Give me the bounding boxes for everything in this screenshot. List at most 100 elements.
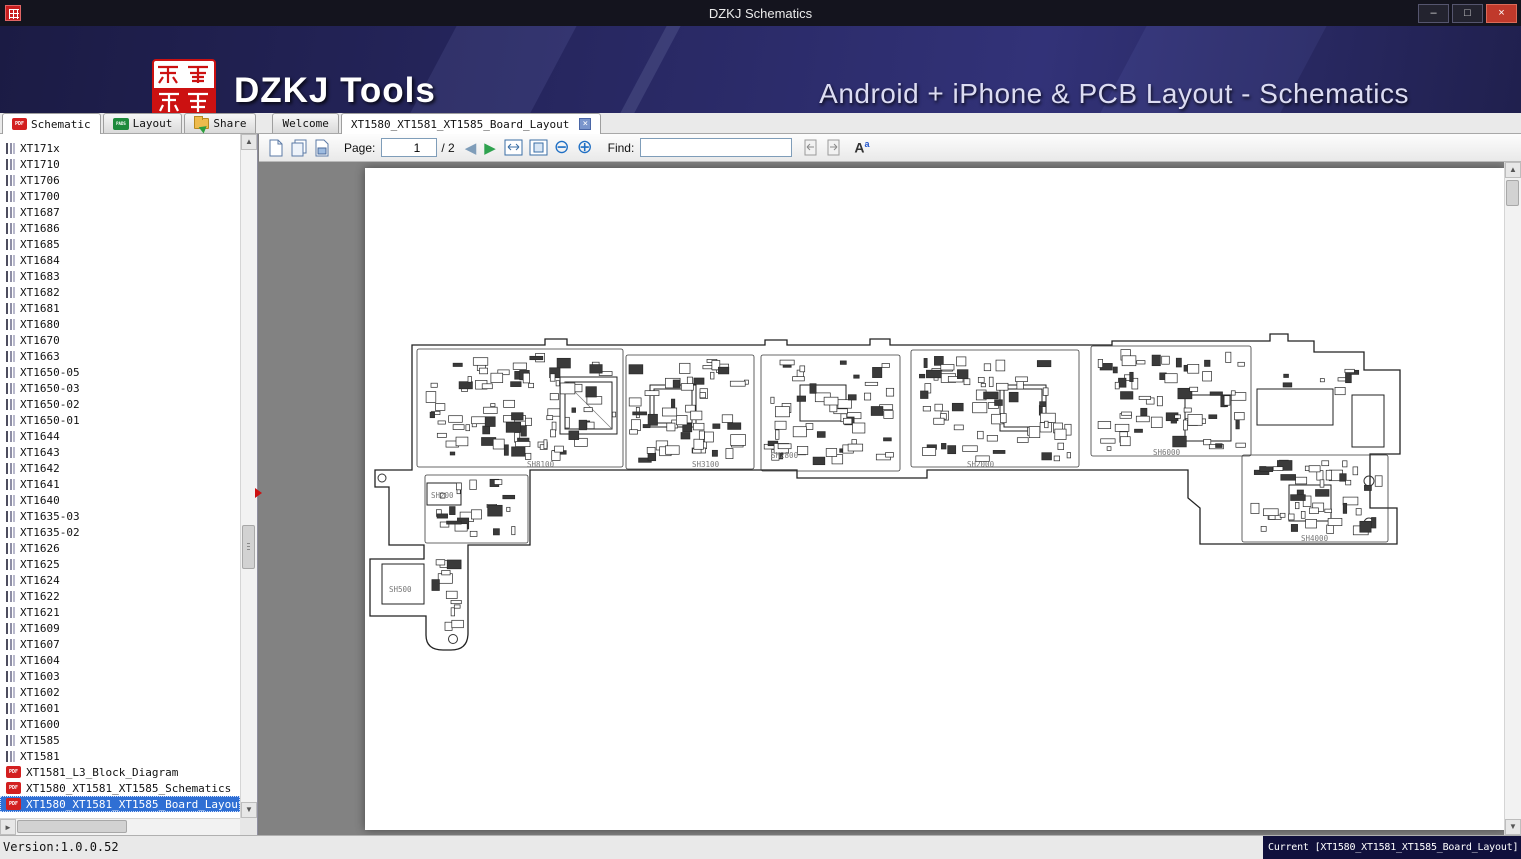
minimize-button[interactable]: – [1418, 4, 1449, 23]
tree-item[interactable]: XT1581 [0, 748, 240, 764]
tree-item[interactable]: XT1685 [0, 236, 240, 252]
scrollbar-thumb[interactable] [1506, 180, 1519, 206]
tree-item[interactable]: XT1687 [0, 204, 240, 220]
find-input[interactable] [640, 138, 792, 157]
zoom-in-icon[interactable]: ⊕ [577, 139, 593, 157]
scroll-up-icon[interactable]: ▲ [1505, 162, 1521, 178]
tree-item[interactable]: XT171x [0, 140, 240, 156]
tree-item[interactable]: XT1642 [0, 460, 240, 476]
tab-schematic[interactable]: Schematic [2, 113, 101, 134]
tree-item[interactable]: XT1663 [0, 348, 240, 364]
tree-item-label: XT1686 [20, 222, 60, 235]
tree-item[interactable]: XT1710 [0, 156, 240, 172]
tree-item[interactable]: XT1609 [0, 620, 240, 636]
tree-item[interactable]: XT1604 [0, 652, 240, 668]
scroll-up-icon[interactable]: ▲ [241, 134, 257, 150]
tree-item-label: XT1663 [20, 350, 60, 363]
tree-item[interactable]: XT1625 [0, 556, 240, 572]
maximize-button[interactable]: □ [1452, 4, 1483, 23]
tree-item[interactable]: XT1682 [0, 284, 240, 300]
tab-label: Schematic [31, 118, 91, 131]
tree-item[interactable]: XT1683 [0, 268, 240, 284]
snapshot-icon[interactable] [314, 139, 330, 157]
previous-page-icon[interactable]: ◀ [465, 139, 477, 157]
tab-share[interactable]: Share [184, 113, 256, 133]
tree-item[interactable]: XT1686 [0, 220, 240, 236]
svg-text:SH8100: SH8100 [527, 460, 555, 469]
model-icon [6, 591, 15, 602]
scrollbar-corner [240, 818, 257, 835]
copy-page-icon[interactable] [290, 139, 308, 157]
model-icon [6, 479, 15, 490]
status-bar: Version:1.0.0.52 Current [XT1580_XT1581_… [0, 835, 1521, 859]
scroll-down-icon[interactable]: ▼ [241, 802, 257, 818]
text-size-icon[interactable]: Aa [854, 139, 869, 156]
tree-item[interactable]: XT1635-02 [0, 524, 240, 540]
tree-item[interactable]: XT1603 [0, 668, 240, 684]
tree-item[interactable]: XT1650-02 [0, 396, 240, 412]
banner-decoration [608, 26, 686, 113]
tree-item[interactable]: XT1607 [0, 636, 240, 652]
tree-item[interactable]: XT1650-03 [0, 380, 240, 396]
close-button[interactable]: × [1486, 4, 1517, 23]
viewer-vertical-scrollbar[interactable]: ▲ ▼ [1504, 162, 1521, 835]
model-icon [6, 559, 15, 570]
tree-item[interactable]: XT1580_XT1581_XT1585_Board_Layout [0, 796, 240, 812]
tree-item-label: XT1643 [20, 446, 60, 459]
pdf-icon [6, 782, 21, 794]
tree-item[interactable]: XT1580_XT1581_XT1585_Schematics [0, 780, 240, 796]
tree-item[interactable]: XT1585 [0, 732, 240, 748]
fit-width-icon[interactable] [504, 139, 523, 156]
tree-item[interactable]: XT1600 [0, 716, 240, 732]
tree-item[interactable]: XT1700 [0, 188, 240, 204]
page-number-input[interactable] [381, 138, 437, 157]
tree-item[interactable]: XT1706 [0, 172, 240, 188]
tree-item[interactable]: XT1622 [0, 588, 240, 604]
document-tabs: Welcome XT1580_XT1581_XT1585_Board_Layou… [270, 113, 601, 133]
scroll-right-icon[interactable]: ► [0, 819, 16, 835]
tree-item[interactable]: XT1641 [0, 476, 240, 492]
tree-item[interactable]: XT1680 [0, 316, 240, 332]
tree-item-label: XT1601 [20, 702, 60, 715]
zoom-out-icon[interactable]: ⊖ [554, 139, 570, 157]
sidebar-horizontal-scrollbar[interactable]: ◄ ► [0, 818, 240, 835]
next-page-icon[interactable]: ▶ [484, 139, 496, 157]
tree-item[interactable]: XT1644 [0, 428, 240, 444]
tree-item[interactable]: XT1601 [0, 700, 240, 716]
splitter-collapse-marker[interactable] [255, 488, 262, 498]
find-previous-icon[interactable] [802, 139, 819, 156]
tree-item[interactable]: XT1681 [0, 300, 240, 316]
model-icon [6, 719, 15, 730]
svg-text:SH3100: SH3100 [692, 460, 720, 469]
tree-item[interactable]: XT1602 [0, 684, 240, 700]
tree-item-label: XT1626 [20, 542, 60, 555]
tree-item[interactable]: XT1635-03 [0, 508, 240, 524]
doc-tab-board-layout[interactable]: XT1580_XT1581_XT1585_Board_Layout × [341, 113, 602, 134]
model-icon [6, 655, 15, 666]
page-thumbnail-icon[interactable] [268, 139, 284, 157]
find-next-icon[interactable] [825, 139, 842, 156]
scroll-down-icon[interactable]: ▼ [1505, 819, 1521, 835]
tree-item[interactable]: XT1650-05 [0, 364, 240, 380]
tree-item-label: XT1650-02 [20, 398, 80, 411]
tree-item[interactable]: XT1626 [0, 540, 240, 556]
tree-item-label: XT1683 [20, 270, 60, 283]
tree-item[interactable]: XT1621 [0, 604, 240, 620]
tree-item[interactable]: XT1684 [0, 252, 240, 268]
fit-page-icon[interactable] [529, 139, 548, 156]
model-icon [6, 527, 15, 538]
tree-item[interactable]: XT1640 [0, 492, 240, 508]
scrollbar-thumb[interactable] [17, 820, 127, 833]
tree-item[interactable]: XT1624 [0, 572, 240, 588]
tab-layout[interactable]: Layout [103, 113, 183, 133]
tree-item[interactable]: XT1581_L3_Block_Diagram [0, 764, 240, 780]
tree-item[interactable]: XT1670 [0, 332, 240, 348]
tree-item-label: XT171x [20, 142, 60, 155]
sidebar-vertical-scrollbar[interactable]: ▲ ▼ [240, 134, 257, 818]
close-tab-icon[interactable]: × [579, 118, 591, 130]
tree-item[interactable]: XT1643 [0, 444, 240, 460]
window-title: DZKJ Schematics [0, 6, 1521, 21]
scrollbar-thumb[interactable] [242, 525, 255, 569]
tree-item[interactable]: XT1650-01 [0, 412, 240, 428]
doc-tab-welcome[interactable]: Welcome [272, 113, 338, 133]
